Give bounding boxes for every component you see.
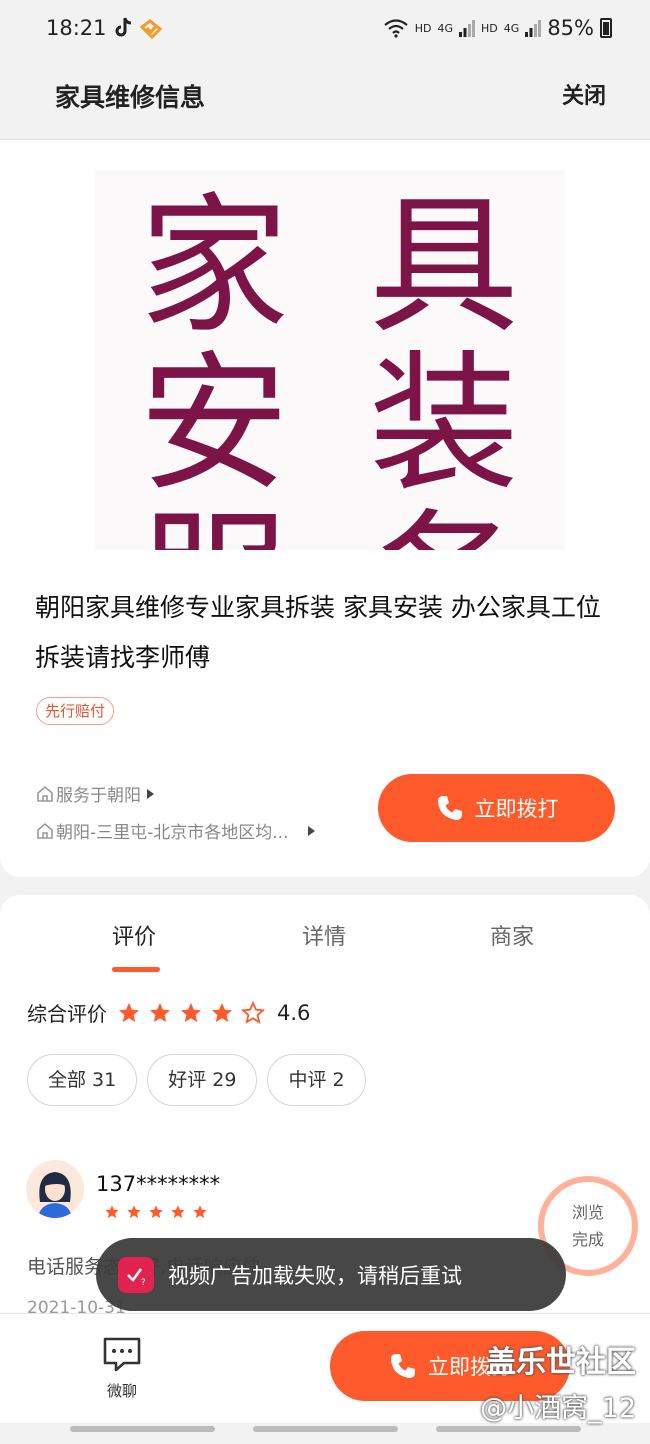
hero-char: 服 — [99, 504, 329, 550]
hero-char: 家 — [138, 180, 289, 354]
location-link[interactable]: 朝阳-三里屯-北京市各地区均... — [36, 818, 316, 843]
listing-cover-image[interactable]: 家 具 安 装 服 务 — [95, 170, 565, 550]
call-now-label: 立即拨打 — [474, 797, 559, 821]
toast-message: ? 视频广告加载失败，请稍后重试 — [96, 1238, 566, 1311]
review-stars — [104, 1204, 208, 1220]
close-button[interactable]: 关闭 — [562, 78, 606, 110]
network-4g-label-2: 4G — [503, 21, 520, 35]
browse-badge-line2: 完成 — [571, 1230, 604, 1249]
status-indicators: HD 4G HD 4G 85% — [383, 16, 612, 40]
watermark-line1: 盖乐世社区 — [486, 1345, 636, 1380]
star-filled-icon — [150, 1002, 170, 1022]
star-filled-icon — [105, 1205, 119, 1218]
alert-check-icon: ? — [118, 1256, 154, 1293]
status-bar: 18:21 HD 4G HD 4G 85% — [0, 0, 650, 60]
star-filled-icon — [127, 1205, 141, 1218]
toast-text: 视频广告加载失败，请稍后重试 — [168, 1263, 462, 1288]
star-filled-icon — [171, 1205, 185, 1218]
home-icon — [37, 822, 53, 839]
triangle-right-icon — [308, 825, 316, 836]
tiktok-icon — [115, 17, 132, 37]
tab-details[interactable]: 详情 — [302, 919, 346, 951]
svg-text:?: ? — [141, 1278, 146, 1287]
call-now-button[interactable]: 立即拨打 — [378, 774, 615, 842]
hero-char: 安 — [138, 338, 289, 512]
chat-label: 微聊 — [106, 1382, 137, 1400]
gesture-bar-center — [253, 1426, 398, 1432]
battery-level: 85% — [547, 16, 594, 40]
star-filled-icon — [181, 1002, 201, 1022]
phone-icon — [437, 796, 462, 820]
top-nav-bar: 家具维修信息 关闭 — [0, 60, 650, 140]
rating-score: 4.6 — [277, 1000, 311, 1025]
wifi-icon — [384, 19, 408, 38]
rating-label: 综合评价 — [27, 1002, 107, 1026]
star-filled-icon — [193, 1205, 207, 1218]
active-tab-indicator — [112, 967, 160, 972]
app-notification-icon — [140, 19, 162, 39]
hero-char: 具 — [368, 180, 519, 354]
signal-icon — [459, 20, 476, 37]
service-area-text: 服务于朝阳 — [56, 786, 141, 806]
home-icon — [37, 785, 53, 802]
location-text: 朝阳-三里屯-北京市各地区均... — [56, 823, 289, 843]
hero-char: 务 — [329, 504, 559, 550]
service-area-link[interactable]: 服务于朝阳 — [36, 781, 154, 806]
rating-stars — [117, 1000, 265, 1025]
tab-reviews[interactable]: 评价 — [112, 919, 156, 951]
star-empty-icon — [241, 1000, 265, 1024]
filter-positive-chip[interactable]: 好评 29 — [147, 1054, 258, 1106]
gesture-bar-left — [70, 1426, 215, 1432]
avatar — [26, 1160, 84, 1218]
chat-button[interactable]: 微聊 — [98, 1336, 146, 1401]
signal-icon-2 — [525, 20, 542, 37]
overall-rating: 综合评价 4.6 — [27, 998, 310, 1027]
watermark-line2: @小酒窝_12 — [480, 1393, 636, 1424]
battery-icon — [600, 18, 612, 38]
listing-title: 朝阳家具维修专业家具拆装 家具安装 办公家具工位拆装请找李师傅 — [35, 593, 601, 672]
star-filled-icon — [119, 1002, 139, 1022]
network-hd-label: HD — [414, 21, 432, 35]
browse-badge-line1: 浏览 — [571, 1203, 604, 1222]
gesture-bar-right — [436, 1426, 581, 1432]
triangle-right-icon — [147, 788, 154, 799]
reviewer-name: 137******** — [96, 1172, 221, 1196]
phone-icon — [391, 1354, 415, 1378]
guarantee-badge: 先行赔付 — [36, 697, 115, 725]
status-time: 18:21 — [46, 16, 107, 40]
network-hd-label-2: HD — [481, 21, 498, 35]
star-filled-icon — [149, 1205, 163, 1218]
hero-char: 装 — [368, 338, 519, 512]
filter-neutral-chip[interactable]: 中评 2 — [267, 1054, 366, 1106]
star-filled-icon — [212, 1002, 232, 1022]
review-filters: 全部 31 好评 29 中评 2 — [27, 1054, 366, 1106]
tab-merchant[interactable]: 商家 — [490, 919, 534, 951]
chat-icon — [103, 1337, 141, 1372]
hero-image-area: 家 具 安 装 服 务 — [0, 140, 650, 550]
filter-all-chip[interactable]: 全部 31 — [27, 1054, 138, 1106]
listing-info-card: 朝阳家具维修专业家具拆装 家具安装 办公家具工位拆装请找李师傅 先行赔付 服务于… — [0, 550, 650, 877]
page-title: 家具维修信息 — [55, 83, 206, 112]
network-4g-label: 4G — [437, 21, 454, 35]
